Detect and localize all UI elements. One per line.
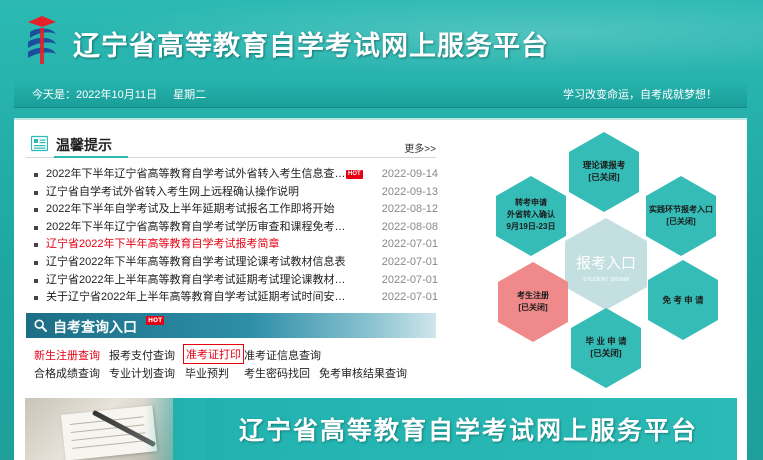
hex-center-title: 报考入口 bbox=[576, 255, 636, 272]
news-date: 2022-09-13 bbox=[381, 185, 438, 198]
hex-register-label: 考生注册 bbox=[517, 290, 549, 300]
news-item[interactable]: 辽宁省2022年下半年高等教育自学考试报考简章 2022-07-01 bbox=[34, 236, 438, 254]
news-title[interactable]: 2022年下半年自学考试及上半年延期考试报名工作即将开始 bbox=[46, 201, 334, 219]
notice-title: 温馨提示 bbox=[56, 137, 112, 153]
news-date: 2022-09-14 bbox=[381, 168, 438, 180]
bullet-icon bbox=[34, 190, 38, 195]
news-item[interactable]: 辽宁省2022年上半年高等教育自学考试延期考试理论课教材信... 2022-07… bbox=[34, 272, 438, 290]
admission-ticket-print-link[interactable]: 准考证打印 bbox=[183, 344, 244, 364]
bullet-icon bbox=[34, 208, 38, 213]
news-item[interactable]: 2022年下半年辽宁省高等教育自学考试学历审查和课程免考须知 2022-08-0… bbox=[34, 219, 438, 237]
hot-badge: HOT bbox=[146, 316, 165, 325]
weekday-value: 星期二 bbox=[173, 89, 207, 101]
score-query-link[interactable]: 合格成绩查询 bbox=[34, 365, 100, 381]
hex-exemption-application[interactable]: 免 考 申 请 bbox=[648, 260, 718, 340]
news-date: 2022-07-01 bbox=[381, 255, 438, 268]
hex-register-status: [已关闭] bbox=[518, 302, 548, 312]
hex-graduate-status: [已关闭] bbox=[590, 348, 621, 358]
hex-theory-course-registration[interactable]: 理论课报考 [已关闭] bbox=[569, 132, 639, 212]
news-item[interactable]: 辽宁省2022年下半年高等教育自学考试理论课考试教材信息表 2022-07-01 bbox=[34, 254, 438, 272]
bullet-icon bbox=[34, 296, 38, 301]
news-date: 2022-08-12 bbox=[381, 203, 438, 216]
site-title: 辽宁省高等教育自学考试网上服务平台 bbox=[73, 31, 549, 62]
date-display: 今天是：2022年10月11日 星期二 bbox=[32, 86, 216, 102]
notice-header: 温馨提示 更多>> bbox=[26, 132, 436, 158]
news-title[interactable]: 辽宁省2022年下半年高等教育自学考试理论课考试教材信息表 bbox=[46, 254, 345, 272]
notice-board-icon bbox=[31, 135, 48, 152]
date-value: 2022年10月11日 bbox=[76, 89, 158, 101]
query-title: 自考查询入口 bbox=[53, 319, 137, 335]
notice-title-underline bbox=[54, 156, 128, 158]
hot-badge: HOT bbox=[346, 170, 363, 179]
hex-practice-status: [已关闭] bbox=[666, 216, 696, 226]
bullet-icon bbox=[34, 260, 38, 265]
news-date: 2022-08-08 bbox=[381, 220, 438, 233]
bullet-icon bbox=[34, 225, 38, 230]
news-item[interactable]: 2022年下半年辽宁省高等教育自学考试外省转入考生信息查询... HOT 202… bbox=[34, 166, 438, 184]
search-icon bbox=[34, 319, 47, 332]
hex-theory-status: [已关闭] bbox=[588, 172, 619, 182]
bottom-banner: 辽宁省高等教育自学考试网上服务平台 bbox=[25, 398, 737, 460]
news-title[interactable]: 辽宁省2022年上半年高等教育自学考试延期考试理论课教材信... bbox=[46, 272, 346, 290]
hex-theory-label: 理论课报考 bbox=[583, 160, 626, 170]
hex-student-registration[interactable]: 考生注册 [已关闭] bbox=[498, 262, 568, 342]
news-date: 2022-07-01 bbox=[381, 291, 438, 304]
admission-ticket-info-link[interactable]: 准考证信息查询 bbox=[244, 347, 321, 363]
news-title[interactable]: 关于辽宁省2022年上半年高等教育自学考试延期考试时间安排... bbox=[46, 289, 346, 307]
paper-image bbox=[60, 405, 158, 460]
news-list: 2022年下半年辽宁省高等教育自学考试外省转入考生信息查询... HOT 202… bbox=[34, 166, 438, 307]
bullet-icon bbox=[34, 173, 38, 177]
password-recovery-link[interactable]: 考生密码找回 bbox=[244, 365, 310, 381]
hex-exempt-label: 免 考 申 请 bbox=[662, 295, 704, 305]
hex-transfer-label: 转考申请 bbox=[515, 197, 547, 207]
hex-center-subtitle: STUDENT SIGNIN bbox=[583, 277, 629, 283]
news-title[interactable]: 辽宁省2022年下半年高等教育自学考试报考简章 bbox=[46, 236, 279, 254]
banner-fade bbox=[145, 398, 205, 460]
exam-logo-icon[interactable] bbox=[22, 14, 62, 66]
site-header: 辽宁省高等教育自学考试网上服务平台 bbox=[0, 0, 763, 82]
exemption-result-query-link[interactable]: 免考审核结果查询 bbox=[319, 365, 407, 381]
news-item[interactable]: 2022年下半年自学考试及上半年延期考试报名工作即将开始 2022-08-12 bbox=[34, 201, 438, 219]
hex-practice-registration[interactable]: 实践环节报考入口 [已关闭] bbox=[646, 176, 716, 256]
new-student-registration-query-link[interactable]: 新生注册查询 bbox=[34, 347, 100, 363]
news-item[interactable]: 辽宁省自学考试外省转入考生网上远程确认操作说明 2022-09-13 bbox=[34, 184, 438, 202]
payment-query-link[interactable]: 报考支付查询 bbox=[109, 347, 175, 363]
news-date: 2022-07-01 bbox=[381, 273, 438, 286]
date-bar: 今天是：2022年10月11日 星期二 学习改变命运，自考成就梦想！ bbox=[14, 78, 747, 108]
news-date: 2022-07-01 bbox=[381, 238, 438, 251]
more-link[interactable]: 更多>> bbox=[404, 140, 436, 155]
query-header: 自考查询入口 HOT bbox=[26, 313, 436, 338]
news-item[interactable]: 关于辽宁省2022年上半年高等教育自学考试延期考试时间安排... 2022-07… bbox=[34, 289, 438, 307]
news-title[interactable]: 2022年下半年辽宁省高等教育自学考试学历审查和课程免考须知 bbox=[46, 219, 346, 237]
major-plan-query-link[interactable]: 专业计划查询 bbox=[109, 365, 175, 381]
hex-transfer-dates: 9月19日-23日 bbox=[507, 222, 556, 231]
main-panel: 温馨提示 更多>> 2022年下半年辽宁省高等教育自学考试外省转入考生信息查询.… bbox=[14, 118, 747, 460]
graduation-precheck-link[interactable]: 毕业预判 bbox=[185, 365, 229, 381]
hex-graduate-label: 毕 业 申 请 bbox=[585, 336, 627, 346]
slogan-text: 学习改变命运，自考成就梦想！ bbox=[563, 89, 717, 101]
today-label: 今天是： bbox=[32, 89, 76, 101]
hex-transfer-application[interactable]: 转考申请 外省转入确认 9月19日-23日 bbox=[496, 176, 566, 256]
bullet-icon bbox=[34, 243, 38, 248]
news-title[interactable]: 辽宁省自学考试外省转入考生网上远程确认操作说明 bbox=[46, 184, 299, 202]
bullet-icon bbox=[34, 278, 38, 283]
hex-practice-label: 实践环节报考入口 bbox=[649, 204, 713, 214]
hex-registration-entrance[interactable]: 报考入口 STUDENT SIGNIN bbox=[565, 218, 647, 310]
news-title[interactable]: 2022年下半年辽宁省高等教育自学考试外省转入考生信息查询... bbox=[46, 166, 346, 184]
hex-transfer-confirm: 外省转入确认 bbox=[507, 209, 556, 219]
banner-title: 辽宁省高等教育自学考试网上服务平台 bbox=[239, 416, 699, 445]
hex-graduation-application[interactable]: 毕 业 申 请 [已关闭] bbox=[571, 308, 641, 388]
registration-hexagon-menu: 理论课报考 [已关闭] 实践环节报考入口 [已关闭] 转考申请 外省转入确认 9… bbox=[496, 132, 718, 388]
